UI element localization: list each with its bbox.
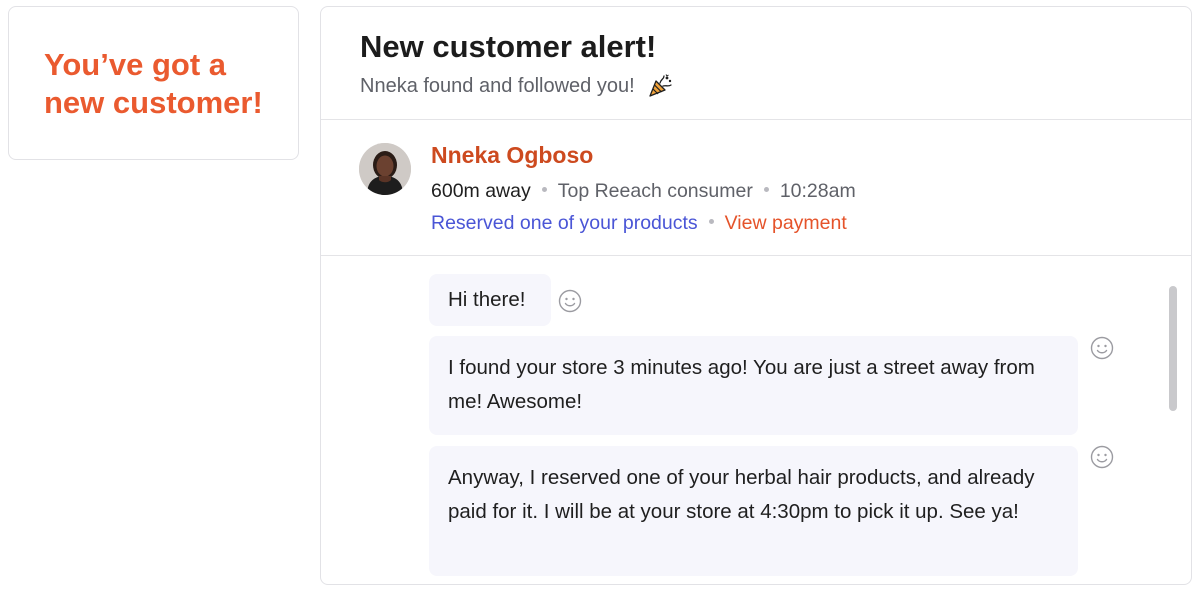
separator-dot (541, 187, 547, 193)
customer-meta: 600m away Top Reeach consumer 10:28am (431, 178, 856, 204)
separator-dot (708, 219, 714, 225)
message-bubble: I found your store 3 minutes ago! You ar… (429, 336, 1078, 435)
reserved-product-link[interactable]: Reserved one of your products (431, 212, 698, 234)
customer-profile: Nneka Ogboso 600m away Top Reeach consume… (321, 120, 1191, 256)
customer-time: 10:28am (779, 180, 856, 202)
view-payment-link[interactable]: View payment (725, 212, 847, 234)
alert-title: New customer alert! (360, 29, 657, 64)
alert-header: New customer alert! Nneka found and foll… (321, 7, 1191, 120)
promo-card: You’ve got a new customer! (8, 6, 299, 160)
alert-subtitle-row: Nneka found and followed you! (360, 73, 673, 99)
add-reaction-icon[interactable] (1090, 445, 1114, 469)
message-thread[interactable]: Hi there! I found your store 3 minutes a… (321, 256, 1191, 584)
customer-name[interactable]: Nneka Ogboso (431, 140, 593, 170)
alert-subtitle: Nneka found and followed you! (360, 75, 635, 97)
separator-dot (763, 187, 769, 193)
add-reaction-icon[interactable] (558, 289, 582, 313)
customer-links: Reserved one of your products View paymen… (431, 210, 847, 236)
alert-card: New customer alert! Nneka found and foll… (320, 6, 1192, 585)
avatar[interactable] (359, 143, 411, 195)
scrollbar-thumb[interactable] (1169, 286, 1177, 411)
customer-distance: 600m away (431, 180, 531, 202)
promo-headline: You’ve got a new customer! (44, 47, 263, 120)
message-bubble: Hi there! (429, 274, 551, 326)
add-reaction-icon[interactable] (1090, 336, 1114, 360)
message-bubble: Anyway, I reserved one of your herbal ha… (429, 446, 1078, 576)
party-popper-icon (647, 73, 673, 99)
customer-segment: Top Reeach consumer (557, 180, 753, 202)
